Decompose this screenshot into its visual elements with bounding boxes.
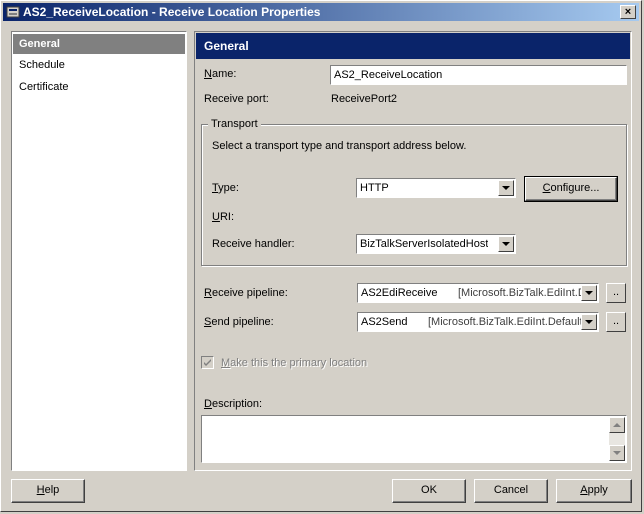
ok-button[interactable]: OK: [392, 479, 466, 503]
transport-group-title: Transport: [208, 118, 261, 130]
nav-item-certificate[interactable]: Certificate: [13, 77, 185, 97]
nav-list: General Schedule Certificate: [11, 31, 187, 471]
help-button[interactable]: Help: [11, 479, 85, 503]
primary-location-checkbox[interactable]: [201, 356, 214, 369]
scroll-up-button[interactable]: [609, 417, 625, 433]
apply-button[interactable]: Apply: [556, 479, 632, 503]
chevron-down-icon[interactable]: [498, 180, 514, 196]
type-label: Type:: [212, 182, 239, 194]
transport-type-value: HTTP: [360, 182, 389, 194]
close-button[interactable]: ×: [620, 5, 636, 19]
description-scrollbar[interactable]: [609, 417, 625, 461]
receive-handler-value: BizTalkServerIsolatedHost: [360, 238, 489, 250]
send-pipeline-name: AS2Send: [361, 316, 408, 328]
window-title: AS2_ReceiveLocation - Receive Location P…: [23, 5, 321, 19]
receive-handler-dropdown[interactable]: BizTalkServerIsolatedHost: [356, 234, 516, 254]
properties-dialog: AS2_ReceiveLocation - Receive Location P…: [0, 0, 642, 512]
name-field[interactable]: AS2_ReceiveLocation: [330, 65, 627, 85]
nav-item-general[interactable]: General: [13, 34, 185, 54]
checkmark-icon: [204, 359, 211, 366]
receive-handler-label: Receive handler:: [212, 238, 295, 250]
uri-label: URI:: [212, 211, 235, 223]
description-textarea[interactable]: [201, 415, 627, 463]
transport-instruction: Select a transport type and transport ad…: [212, 140, 467, 152]
chevron-down-icon[interactable]: [498, 236, 514, 252]
name-label: Name:: [204, 68, 237, 80]
close-icon: ×: [624, 6, 632, 18]
receive-pipeline-browse-button[interactable]: ..: [606, 283, 626, 303]
receive-pipeline-name: AS2EdiReceive: [361, 287, 438, 299]
send-pipeline-browse-button[interactable]: ..: [606, 312, 626, 332]
panel-header: General: [196, 33, 630, 59]
transport-type-dropdown[interactable]: HTTP: [356, 178, 516, 198]
configure-button[interactable]: Configure...: [524, 176, 618, 202]
send-pipeline-dropdown[interactable]: AS2Send [Microsoft.BizTalk.EdiInt.Defaul…: [357, 312, 599, 332]
chevron-down-icon: [613, 451, 621, 455]
send-pipeline-label: Send pipeline:: [204, 316, 274, 328]
primary-location-label: Make this the primary location: [221, 357, 368, 369]
receive-port-label: Receive port:: [204, 93, 269, 105]
nav-item-schedule[interactable]: Schedule: [13, 55, 185, 75]
receive-pipeline-assembly: [Microsoft.BizTalk.EdiInt.D: [458, 287, 582, 299]
send-pipeline-assembly: [Microsoft.BizTalk.EdiInt.Defaultf: [428, 316, 582, 328]
receive-pipeline-label: Receive pipeline:: [204, 287, 288, 299]
receive-port-value: ReceivePort2: [331, 93, 398, 105]
chevron-up-icon: [613, 423, 621, 427]
chevron-down-icon[interactable]: [581, 314, 597, 330]
chevron-down-icon[interactable]: [581, 285, 597, 301]
cancel-button[interactable]: Cancel: [474, 479, 548, 503]
scroll-down-button[interactable]: [609, 445, 625, 461]
description-label: Description:: [204, 398, 263, 410]
title-bar[interactable]: AS2_ReceiveLocation - Receive Location P…: [3, 3, 639, 21]
window-app-icon: [6, 6, 20, 18]
receive-pipeline-dropdown[interactable]: AS2EdiReceive [Microsoft.BizTalk.EdiInt.…: [357, 283, 599, 303]
